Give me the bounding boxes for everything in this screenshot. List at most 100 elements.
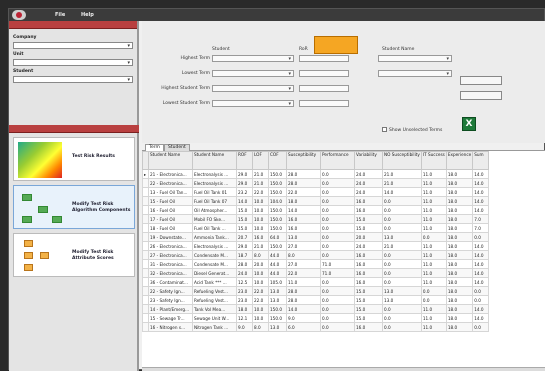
table-row[interactable]: 16 - Fuel Oil Oil Atmospher... 15.0 10.0 150… — [142, 205, 490, 215]
column-header[interactable]: IT Success — [420, 151, 447, 170]
table-cell: 8.0 — [252, 250, 269, 260]
column-header[interactable]: Sum — [472, 151, 490, 170]
table-cell: 14.0 — [472, 313, 490, 323]
orange-action-button[interactable] — [314, 36, 358, 54]
table-cell: 0.0 — [320, 241, 355, 251]
table-row[interactable]: 15 - Sewage Tr... Sewage Unit W... 12.1 10.… — [142, 313, 490, 323]
table-cell: 22.0 — [252, 295, 269, 305]
table-row[interactable]: 23 - Safety Ign... Refueling Vest... 23.0 2… — [142, 295, 490, 305]
table-cell: 29.0 — [236, 178, 253, 188]
table-cell: 0.0 — [320, 187, 355, 197]
table-row[interactable]: 13 - Fuel Oil Tan... Fuel Oil Tank 01 23.2… — [142, 187, 490, 197]
lowest-term-select[interactable] — [212, 70, 294, 77]
table-cell: 23.0 — [236, 286, 253, 296]
tool-algorithm-components[interactable]: Modify Test Risk Algorithm Components — [13, 185, 135, 229]
table-cell: 0.0 — [382, 277, 422, 287]
column-header[interactable]: ROF — [236, 151, 253, 170]
table-row[interactable]: 22 - Safety Ign... Refueling Vest... 23.0 2… — [142, 286, 490, 296]
table-row[interactable]: 36 - Contaminat... Acid Tank *** ... 12.5 1… — [142, 277, 490, 287]
table-cell: 14.0 — [472, 187, 490, 197]
table-row[interactable]: 17 - Fuel Oil Mobil FO Ske... 15.0 10.0 150.… — [142, 214, 490, 224]
heatmap-icon — [18, 142, 62, 178]
column-header[interactable]: COF — [268, 151, 287, 170]
column-header[interactable]: Experience — [445, 151, 474, 170]
highest-term-select[interactable] — [212, 55, 294, 62]
table-cell: 0.0 — [420, 232, 447, 242]
table-cell: Refueling Vest... — [192, 286, 237, 296]
table-cell: 71.0 — [320, 259, 355, 269]
table-row[interactable]: 18 - Fuel Oil Fuel Oil Tank ... 15.0 10.0 15… — [142, 223, 490, 233]
show-unselected-checkbox[interactable]: Show Unselected Terms — [382, 127, 442, 133]
table-row[interactable]: 14 - Plant/Emerg... Tank Vol Mea... 18.0 10… — [142, 304, 490, 314]
table-cell: 12.1 — [236, 313, 253, 323]
table-cell: 8.0 — [286, 250, 321, 260]
table-cell: 0.0 — [382, 250, 422, 260]
checkbox-icon[interactable] — [382, 127, 387, 132]
column-header[interactable]: Student Name — [192, 151, 237, 170]
company-select[interactable] — [13, 42, 133, 49]
table-cell: 44.0 — [268, 268, 287, 278]
table-cell: 28.0 — [236, 259, 253, 269]
table-row[interactable]: 32 - Electronica... Diesel Generat... 24.0… — [142, 268, 490, 278]
table-cell: 0.0 — [320, 214, 355, 224]
column-header[interactable]: LOF — [252, 151, 269, 170]
table-cell: 10.0 — [252, 268, 269, 278]
tab-term[interactable]: Term — [145, 144, 164, 151]
lowest-term-name-select[interactable] — [378, 70, 452, 77]
table-row[interactable]: 26 - Electronica... Electronalysis ... 29.… — [142, 241, 490, 251]
table-row[interactable]: 22 - Electronica... Electronalysis ... 29.… — [142, 178, 490, 188]
table-cell: 0.0 — [320, 232, 355, 242]
table-cell: 150.0 — [268, 313, 287, 323]
table-cell: Sewage Unit W... — [192, 313, 237, 323]
export-excel-icon[interactable]: X — [462, 117, 476, 131]
menu-help[interactable]: Help — [81, 12, 94, 18]
column-header[interactable]: Performance — [320, 151, 355, 170]
table-cell: 11.0 — [420, 187, 447, 197]
table-row[interactable]: ▸ 21 - Electronica... Electronalysis ... 29… — [142, 169, 490, 179]
tools-panel: Test Risk Results Modify Test Risk Algor… — [9, 125, 139, 281]
table-cell: 0.0 — [320, 322, 355, 332]
column-header[interactable]: NO Susceptibility — [382, 151, 422, 170]
table-cell: 15.0 — [354, 223, 383, 233]
highest-student-term-select[interactable] — [212, 85, 294, 92]
table-cell: 31 - Electronica... — [148, 259, 193, 269]
column-header[interactable]: Student Name — [148, 151, 193, 170]
tool-attribute-scores[interactable]: Modify Test Risk Attribute Scores — [13, 233, 135, 277]
table-cell: 0.0 — [472, 286, 490, 296]
unit-select[interactable] — [13, 59, 133, 66]
unit-label: Unit — [13, 52, 24, 57]
tab-student[interactable]: Student — [164, 144, 190, 151]
horizontal-scrollbar[interactable] — [142, 367, 545, 371]
column-header[interactable]: Susceptibility — [286, 151, 321, 170]
show-all-button[interactable] — [460, 91, 502, 100]
highest-term-name-select[interactable] — [378, 55, 452, 62]
table-cell: Condensate M... — [192, 259, 237, 269]
box-node-icon — [24, 264, 33, 271]
menu-file[interactable]: File — [55, 12, 65, 18]
table-cell: 0.0 — [320, 250, 355, 260]
lowest-student-term-ror — [299, 100, 349, 107]
table-cell: Nitrogen Tank ... — [192, 322, 237, 332]
table-row[interactable]: 16 - Nitrogen s... Nitrogen Tank ... 9.0 8.… — [142, 322, 490, 332]
table-row[interactable]: 15 - Fuel Oil Fuel Oil Tank 07 14.0 10.0 104… — [142, 196, 490, 206]
column-header[interactable]: Variability — [354, 151, 383, 170]
table-cell: 14.0 — [472, 277, 490, 287]
table-row[interactable]: 31 - Electronica... Condensate M... 28.0 20… — [142, 259, 490, 269]
table-cell: 11.0 — [286, 277, 321, 287]
table-cell: 14.0 — [472, 169, 490, 179]
tree-node-icon — [22, 216, 32, 223]
table-cell: 19 - Downstate... — [148, 232, 193, 242]
table-cell: 0.0 — [382, 313, 422, 323]
table-row[interactable]: 19 - Downstate... Ammonia Tank... 20.7 16.0… — [142, 232, 490, 242]
recalculate-button[interactable] — [460, 76, 502, 85]
tool-label: Test Risk Results — [72, 154, 115, 159]
tool-test-risk-results[interactable]: Test Risk Results — [13, 137, 135, 181]
table-row[interactable]: 27 - Electronica... Condensate M... 18.7 8.… — [142, 250, 490, 260]
results-table: Student Name Student Name ROF LOF COF Suscept… — [142, 151, 490, 332]
table-cell: 24.0 — [236, 268, 253, 278]
table-cell: 0.0 — [320, 205, 355, 215]
lowest-student-term-select[interactable] — [212, 100, 294, 107]
table-cell: 15.0 — [354, 295, 383, 305]
student-select[interactable] — [13, 76, 133, 83]
table-cell: 29.0 — [236, 241, 253, 251]
